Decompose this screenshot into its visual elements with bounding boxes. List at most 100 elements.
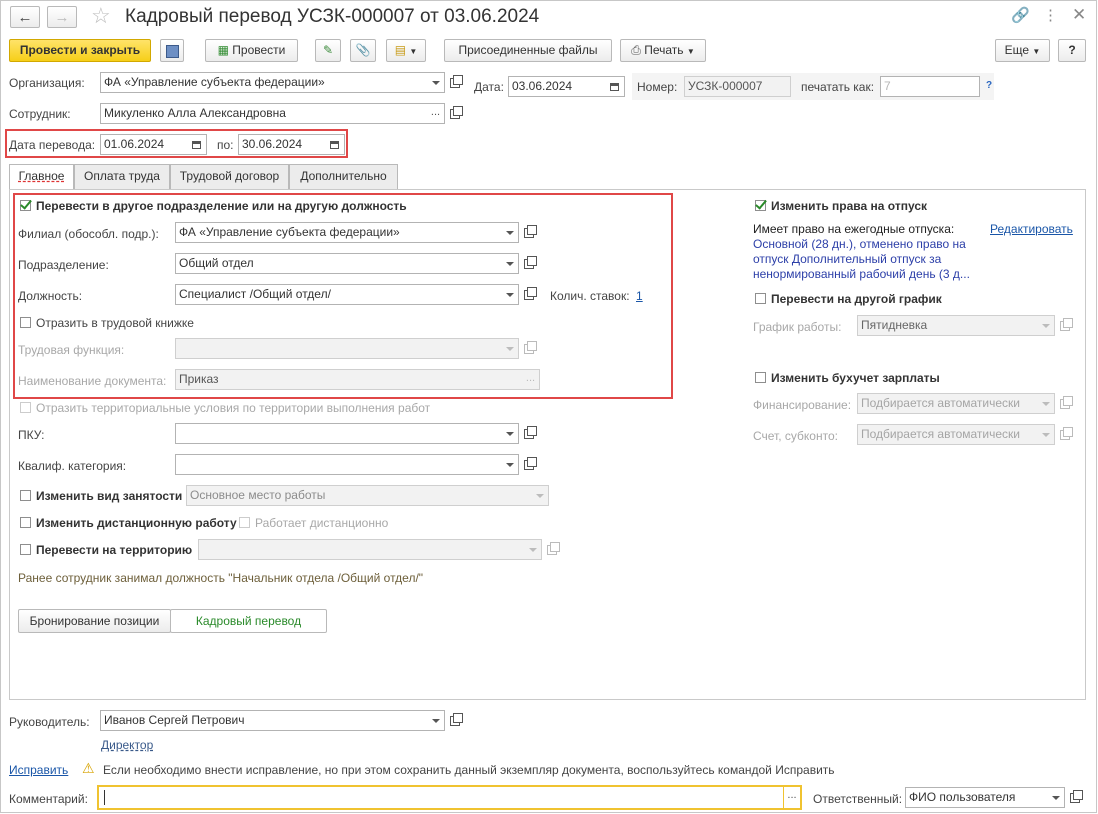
- schedule-checkbox-label: Перевести на другой график: [771, 292, 942, 306]
- doc-name-field[interactable]: Приказ: [175, 369, 523, 390]
- organization-open-icon[interactable]: [446, 72, 464, 93]
- to-date-calendar-icon[interactable]: [325, 134, 345, 155]
- print-as-help-icon[interactable]: ?: [986, 80, 992, 91]
- fix-link[interactable]: Исправить: [9, 763, 68, 777]
- territory-field[interactable]: [198, 539, 525, 560]
- schedule-open-icon[interactable]: [1056, 315, 1074, 336]
- tab-labor-contract[interactable]: Трудовой договор: [170, 164, 289, 189]
- forward-button[interactable]: →: [47, 6, 77, 28]
- manager-position-link[interactable]: Директор: [101, 738, 153, 752]
- pku-field[interactable]: [175, 423, 502, 444]
- attached-files-button[interactable]: Присоединенные файлы: [444, 39, 612, 62]
- pku-open-icon[interactable]: [520, 423, 538, 444]
- territory-open-icon[interactable]: [543, 539, 561, 560]
- printer-icon: ⎙: [631, 43, 641, 57]
- qualification-field[interactable]: [175, 454, 502, 475]
- post-and-close-button[interactable]: Провести и закрыть: [9, 39, 151, 62]
- transfer-date-field[interactable]: 01.06.2024: [100, 134, 188, 155]
- position-open-icon[interactable]: [520, 284, 538, 305]
- accounting-checkbox[interactable]: [755, 372, 766, 383]
- close-icon[interactable]: ✕: [1072, 5, 1086, 25]
- schedule-dropdown[interactable]: [1037, 315, 1055, 336]
- financing-dropdown[interactable]: [1037, 393, 1055, 414]
- employment-type-dropdown[interactable]: [531, 485, 549, 506]
- manager-field[interactable]: Иванов Сергей Петрович: [100, 710, 428, 731]
- workbook-checkbox[interactable]: [20, 317, 31, 328]
- schedule-field[interactable]: Пятидневка: [857, 315, 1038, 336]
- arrow-left-icon: ←: [17, 9, 33, 26]
- attach-button[interactable]: 📎: [350, 39, 376, 62]
- date-calendar-icon[interactable]: [605, 76, 625, 97]
- link-icon[interactable]: 🔗: [1011, 6, 1030, 24]
- save-button[interactable]: [160, 39, 184, 62]
- account-dropdown[interactable]: [1037, 424, 1055, 445]
- position-field[interactable]: Специалист /Общий отдел/: [175, 284, 502, 305]
- print-button-label: Печать: [644, 43, 684, 57]
- territorial-checkbox[interactable]: [20, 402, 31, 413]
- pku-dropdown[interactable]: [501, 423, 519, 444]
- personnel-transfer-button[interactable]: Кадровый перевод: [170, 609, 327, 633]
- tab-pay[interactable]: Оплата труда: [74, 164, 170, 189]
- tab-main-label: Главное: [18, 169, 65, 183]
- edit-vacation-link[interactable]: Редактировать: [990, 222, 1073, 236]
- labor-function-field[interactable]: [175, 338, 502, 359]
- to-date-field[interactable]: 30.06.2024: [238, 134, 326, 155]
- works-remotely-checkbox[interactable]: [239, 517, 250, 528]
- branch-field[interactable]: ФА «Управление субъекта федерации»: [175, 222, 502, 243]
- schedule-checkbox[interactable]: [755, 293, 766, 304]
- reserve-position-button[interactable]: Бронирование позиции: [18, 609, 171, 633]
- print-as-field[interactable]: 7: [880, 76, 980, 97]
- print-button[interactable]: ⎙ Печать ▼: [620, 39, 706, 62]
- post-button[interactable]: ▦ Провести: [205, 39, 298, 62]
- back-button[interactable]: ←: [10, 6, 40, 28]
- transfer-date-calendar-icon[interactable]: [187, 134, 207, 155]
- responsible-open-icon[interactable]: [1066, 787, 1084, 808]
- position-dropdown[interactable]: [501, 284, 519, 305]
- manager-dropdown[interactable]: [427, 710, 445, 731]
- organization-field[interactable]: ФА «Управление субъекта федерации»: [100, 72, 428, 93]
- department-dropdown[interactable]: [501, 253, 519, 274]
- account-field[interactable]: Подбирается автоматически: [857, 424, 1038, 445]
- employee-select-button[interactable]: ...: [427, 103, 445, 124]
- employee-open-icon[interactable]: [446, 103, 464, 124]
- rates-link[interactable]: 1: [636, 289, 643, 303]
- transfer-checkbox[interactable]: [20, 200, 31, 211]
- pen-icon: ✎: [322, 43, 334, 57]
- edit-pen-button[interactable]: ✎: [315, 39, 341, 62]
- tab-main[interactable]: Главное: [9, 164, 74, 190]
- comment-field[interactable]: [97, 785, 785, 810]
- comment-expand-button[interactable]: ...: [784, 785, 802, 810]
- tab-additional[interactable]: Дополнительно: [289, 164, 398, 189]
- financing-open-icon[interactable]: [1056, 393, 1074, 414]
- create-based-on-button[interactable]: ▤ ▼: [386, 39, 426, 62]
- department-field[interactable]: Общий отдел: [175, 253, 502, 274]
- help-button[interactable]: ?: [1058, 39, 1086, 62]
- favorite-star-icon[interactable]: ☆: [91, 3, 111, 29]
- more-button[interactable]: Еще ▼: [995, 39, 1050, 62]
- employment-type-checkbox[interactable]: [20, 490, 31, 501]
- manager-open-icon[interactable]: [446, 710, 464, 731]
- responsible-field[interactable]: ФИО пользователя: [905, 787, 1048, 808]
- remote-work-checkbox[interactable]: [20, 517, 31, 528]
- qualification-dropdown[interactable]: [501, 454, 519, 475]
- vacation-rights-checkbox[interactable]: [755, 200, 766, 211]
- number-field[interactable]: УСЗК-000007: [684, 76, 791, 97]
- labor-function-dropdown[interactable]: [501, 338, 519, 359]
- territory-checkbox[interactable]: [20, 544, 31, 555]
- financing-field[interactable]: Подбирается автоматически: [857, 393, 1038, 414]
- organization-dropdown[interactable]: [427, 72, 445, 93]
- department-open-icon[interactable]: [520, 253, 538, 274]
- account-open-icon[interactable]: [1056, 424, 1074, 445]
- responsible-dropdown[interactable]: [1047, 787, 1065, 808]
- schedule-label: График работы:: [753, 320, 842, 334]
- doc-name-select-button[interactable]: ...: [522, 369, 540, 390]
- date-field[interactable]: 03.06.2024: [508, 76, 606, 97]
- territory-dropdown[interactable]: [524, 539, 542, 560]
- more-vertical-icon[interactable]: ⋮: [1043, 6, 1058, 24]
- employment-type-field[interactable]: Основное место работы: [186, 485, 532, 506]
- employee-field[interactable]: Микуленко Алла Александровна: [100, 103, 428, 124]
- branch-dropdown[interactable]: [501, 222, 519, 243]
- labor-function-open-icon[interactable]: [520, 338, 538, 359]
- branch-open-icon[interactable]: [520, 222, 538, 243]
- qualification-open-icon[interactable]: [520, 454, 538, 475]
